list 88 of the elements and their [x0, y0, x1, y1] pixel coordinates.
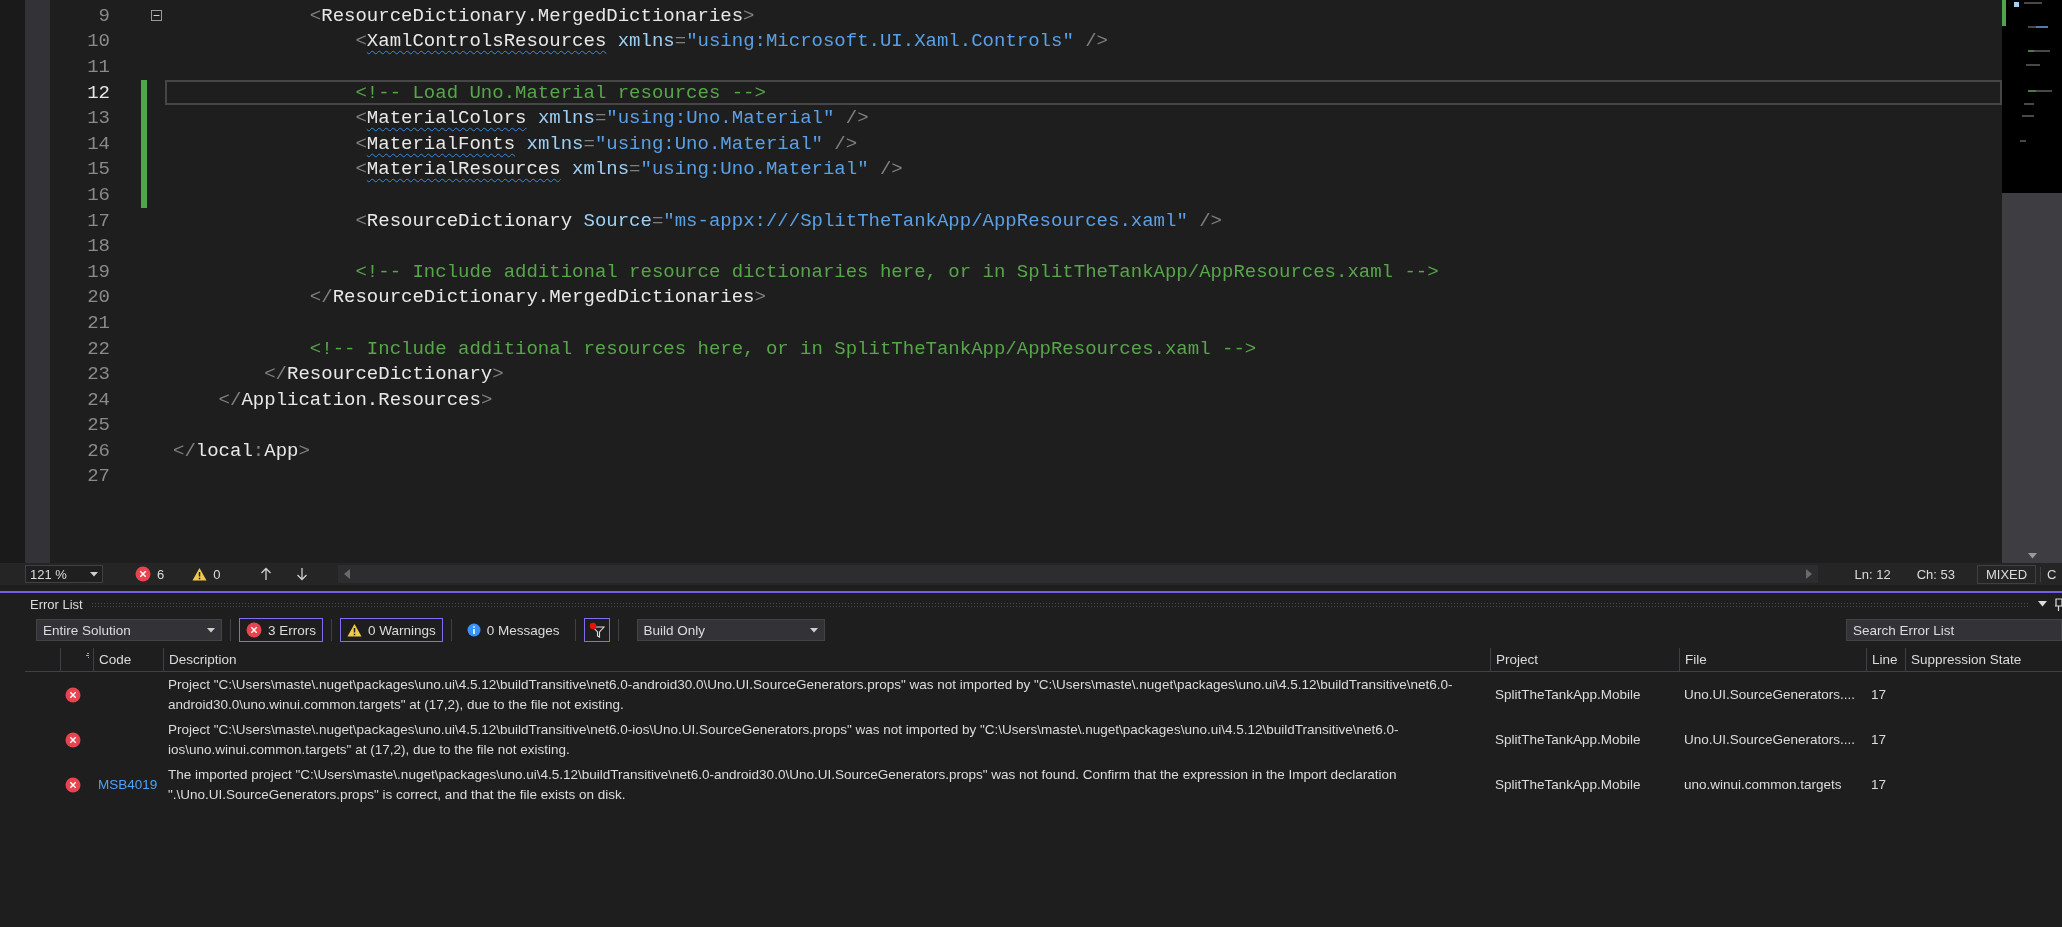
- line-number: 10: [86, 30, 110, 53]
- line-number: 26: [86, 439, 110, 462]
- column-header[interactable]: Suppression State: [1905, 648, 2062, 672]
- collapse-icon[interactable]: [150, 10, 162, 22]
- line-number: 25: [86, 414, 110, 437]
- code-line: <MaterialColors xmlns="using:Uno.Material" />: [355, 107, 869, 130]
- error-icon: [65, 731, 81, 748]
- down-arrow-icon[interactable]: [296, 567, 309, 581]
- column-header[interactable]: Description: [163, 648, 1490, 672]
- error-icon: [65, 776, 81, 793]
- project-name: SplitTheTankApp.Mobile: [1495, 730, 1641, 749]
- code-line: <XamlControlsResources xmlns="using:Microsoft.UI.Xaml.Controls" />: [355, 30, 1108, 53]
- line-number: 18: [86, 235, 110, 258]
- error-icon: [135, 566, 151, 582]
- error-description: Project "C:\Users\maste\.nuget\packages\uno.ui\4.5.12\buildTransitive\net6.0-ios\Uno.UI.SourceGenerators.props" was not imported by "C:\Users\maste\.nuget\packages\uno.ui\4.5.12\buildTransitive\net6.0-ios\uno.winui.common.targets" at (17,2), due to the file not existing.: [168, 722, 1399, 757]
- caret-icon: [207, 627, 215, 633]
- column-header[interactable]: File: [1679, 648, 1866, 672]
- code-line: </ResourceDictionary>: [264, 363, 504, 386]
- filter-toggle[interactable]: 3 Errors: [239, 618, 323, 642]
- scroll-down-icon[interactable]: [2027, 553, 2037, 559]
- pin-icon[interactable]: [2055, 597, 2062, 611]
- code-line: <!-- Load Uno.Material resources -->: [355, 81, 766, 104]
- line-endings[interactable]: MIXED: [1976, 564, 2037, 584]
- caret-icon: [90, 571, 98, 577]
- filter-toggle[interactable]: 0 Warnings: [340, 618, 443, 642]
- code-line: <ResourceDictionary.MergedDictionaries>: [309, 4, 755, 27]
- filter-icon: [588, 622, 605, 638]
- error-description: Project "C:\Users\maste\.nuget\packages\uno.ui\4.5.12\buildTransitive\net6.0-android30.0\Uno.UI.SourceGenerators.props" was not imported by "C:\Users\maste\.nuget\packages\uno.ui\4.5.12\buildTransitive\net6.0-android30.0\uno.winui.common.targets" at (17,2), due to the file not existing.: [168, 677, 1453, 712]
- file-name: Uno.UI.SourceGenerators....: [1684, 685, 1856, 704]
- code-line: <ResourceDictionary Source="ms-appx:///SplitTheTankApp/AppResources.xaml" />: [355, 209, 1223, 232]
- line-number: 13: [86, 107, 110, 130]
- line-number: 19: [86, 260, 110, 283]
- column-header[interactable]: Project: [1490, 648, 1679, 672]
- filter-toggle[interactable]: 0 Messages: [459, 618, 567, 642]
- line-number: 17: [1871, 775, 1887, 794]
- line-number: 11: [86, 56, 110, 78]
- caret-icon: [809, 627, 818, 633]
- zoom-dropdown[interactable]: 121 %: [25, 565, 103, 583]
- code-line: </Application.Resources>: [218, 388, 493, 411]
- line-number: 22: [86, 337, 110, 360]
- up-arrow-icon[interactable]: [260, 567, 273, 581]
- column-header[interactable]: Line: [1866, 648, 1905, 672]
- code-line: <!-- Include additional resources here, or in SplitTheTankApp/AppResources.xaml -->: [309, 337, 1257, 360]
- line-number: 23: [86, 363, 110, 386]
- panel-title: Error List: [30, 596, 83, 612]
- file-name: uno.winui.common.targets: [1684, 775, 1842, 794]
- line-number: 14: [86, 132, 110, 155]
- scroll-right-icon[interactable]: [1806, 569, 1813, 579]
- search-field[interactable]: Search Error List: [1846, 619, 2062, 641]
- warning-count[interactable]: 0: [213, 566, 221, 582]
- sort-icon[interactable]: [83, 653, 89, 658]
- info-icon: [466, 623, 481, 637]
- line-number: 12: [86, 81, 110, 104]
- code-line: </local:App>: [173, 439, 310, 462]
- dropdown-caret-icon[interactable]: [2038, 601, 2047, 607]
- error-icon: [65, 686, 81, 703]
- line-number: 17: [86, 209, 110, 232]
- line-number: 21: [86, 311, 110, 334]
- project-name: SplitTheTankApp.Mobile: [1495, 775, 1641, 794]
- error-description: The imported project "C:\Users\maste\.nuget\packages\uno.ui\4.5.12\buildTransitive\net6.0-android30.0\Uno.UI.SourceGenerators.props" was not found. Confirm that the expression in the Import declaration ".\Uno.UI.SourceGenerators.props" is correct, and that the file exists on disk.: [168, 767, 1397, 802]
- horizontal-scrollbar[interactable]: [338, 565, 1819, 583]
- scope-dropdown[interactable]: Entire Solution: [36, 619, 222, 641]
- filter-button[interactable]: [583, 618, 610, 642]
- encoding[interactable]: C: [2040, 566, 2057, 582]
- line-number: 27: [86, 465, 110, 488]
- error-icon: [246, 622, 262, 638]
- line-number: 20: [86, 286, 110, 309]
- line-number: 17: [1871, 685, 1887, 704]
- error-code-link[interactable]: MSB4019: [98, 774, 158, 795]
- error-count[interactable]: 6: [157, 566, 165, 582]
- line-indicator: Ln: 12: [1854, 566, 1891, 582]
- line-number: 16: [86, 183, 110, 206]
- line-number: 24: [86, 388, 110, 411]
- line-number: 15: [86, 158, 110, 181]
- code-line: <MaterialResources xmlns="using:Uno.Material" />: [355, 158, 903, 181]
- warning-icon: [347, 623, 362, 637]
- column-header[interactable]: Code: [93, 648, 163, 672]
- code-line: </ResourceDictionary.MergedDictionaries>: [309, 286, 766, 309]
- column-indicator: Ch: 53: [1916, 566, 1955, 582]
- scroll-left-icon[interactable]: [344, 569, 351, 579]
- line-number: 17: [1871, 730, 1887, 749]
- file-name: Uno.UI.SourceGenerators....: [1684, 730, 1856, 749]
- build-dropdown[interactable]: Build Only: [636, 619, 825, 641]
- code-line: <!-- Include additional resource dictionaries here, or in SplitTheTankApp/AppResources.xaml -->: [355, 260, 1439, 283]
- code-line: <MaterialFonts xmlns="using:Uno.Material" />: [355, 132, 858, 155]
- line-number: 9: [97, 4, 110, 27]
- warning-icon: [192, 567, 208, 581]
- project-name: SplitTheTankApp.Mobile: [1495, 685, 1641, 704]
